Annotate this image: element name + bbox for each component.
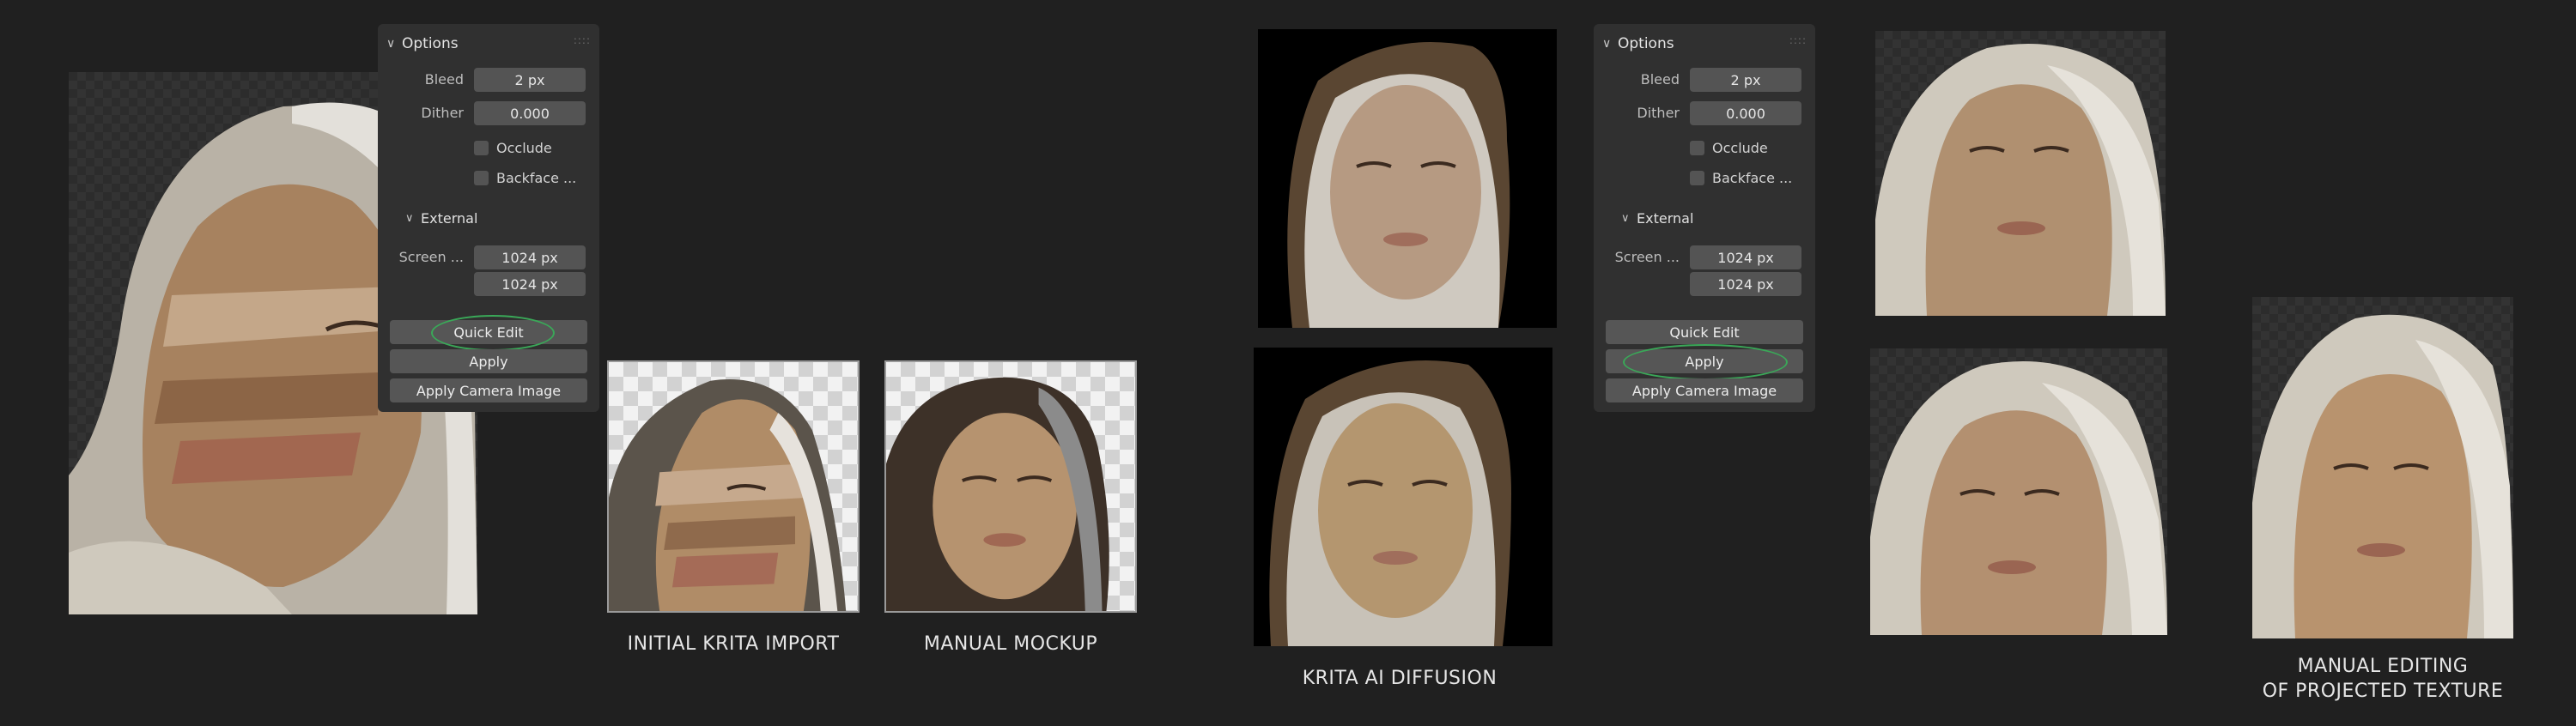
chevron-down-icon: ∨: [1602, 37, 1612, 51]
checkbox-icon: [474, 170, 489, 185]
apply-camera-image-button[interactable]: Apply Camera Image: [390, 378, 587, 402]
backface-checkbox[interactable]: Backface ...: [474, 167, 576, 188]
bleed-field[interactable]: 2 px: [474, 68, 586, 92]
dither-label: Dither: [421, 105, 464, 121]
screen-label: Screen ...: [1614, 249, 1680, 265]
options-title: Options: [1618, 35, 1674, 52]
external-title: External: [1637, 209, 1694, 227]
screen-height-field[interactable]: 1024 px: [1690, 272, 1801, 296]
checkbox-icon: [1690, 170, 1704, 185]
diffusion-result-top: [1258, 29, 1557, 328]
backface-label: Backface ...: [1712, 169, 1793, 186]
occlude-label: Occlude: [1712, 139, 1768, 156]
options-title: Options: [402, 35, 459, 52]
screen-width-field[interactable]: 1024 px: [474, 245, 586, 269]
checkbox-icon: [474, 140, 489, 155]
backface-checkbox[interactable]: Backface ...: [1690, 167, 1792, 188]
dither-field[interactable]: 0.000: [474, 101, 586, 125]
occlude-checkbox[interactable]: Occlude: [474, 137, 552, 158]
quick-edit-button[interactable]: Quick Edit: [1606, 320, 1803, 344]
bleed-label: Bleed: [1640, 71, 1680, 88]
bleed-field[interactable]: 2 px: [1690, 68, 1801, 92]
options-header[interactable]: ∨ Options: [1602, 31, 1674, 57]
chevron-down-icon: ∨: [386, 37, 396, 51]
caption-manual-editing: MANUAL EDITING OF PROJECTED TEXTURE: [2215, 654, 2550, 704]
drag-handle-icon[interactable]: ::::: [1789, 34, 1807, 46]
external-title: External: [421, 209, 478, 227]
projection-options-panel: ∨ Options :::: Bleed 2 px Dither 0.000 O…: [378, 24, 599, 412]
backface-label: Backface ...: [496, 169, 577, 186]
projected-texture-top: [1875, 31, 2166, 316]
apply-camera-image-button[interactable]: Apply Camera Image: [1606, 378, 1803, 402]
screen-label: Screen ...: [398, 249, 464, 265]
caption-initial-krita-import: INITIAL KRITA IMPORT: [627, 633, 840, 655]
caption-krita-ai-diffusion: KRITA AI DIFFUSION: [1302, 668, 1498, 689]
highlight-ring: [1623, 344, 1788, 380]
caption-line: OF PROJECTED TEXTURE: [2262, 681, 2504, 702]
diffusion-result-bottom: [1254, 348, 1552, 646]
caption-line: MANUAL EDITING: [2297, 656, 2469, 677]
screen-width-field[interactable]: 1024 px: [1690, 245, 1801, 269]
drag-handle-icon[interactable]: ::::: [574, 34, 591, 46]
checkbox-icon: [1690, 140, 1704, 155]
external-header[interactable]: ∨ External: [405, 206, 477, 230]
highlight-ring: [431, 315, 555, 351]
external-header[interactable]: ∨ External: [1621, 206, 1693, 230]
occlude-checkbox[interactable]: Occlude: [1690, 137, 1768, 158]
occlude-label: Occlude: [496, 139, 552, 156]
manual-mockup-image: [884, 360, 1137, 613]
apply-button[interactable]: Apply: [390, 349, 587, 373]
chevron-down-icon: ∨: [405, 211, 414, 225]
dither-label: Dither: [1637, 105, 1680, 121]
projection-options-panel: ∨ Options :::: Bleed 2 px Dither 0.000 O…: [1594, 24, 1815, 412]
screen-height-field[interactable]: 1024 px: [474, 272, 586, 296]
projected-texture-bottom: [1870, 348, 2167, 635]
options-header[interactable]: ∨ Options: [386, 31, 459, 57]
final-edited-texture-image: [2252, 297, 2513, 638]
chevron-down-icon: ∨: [1621, 211, 1630, 225]
krita-import-image: [607, 360, 860, 613]
bleed-label: Bleed: [424, 71, 464, 88]
caption-manual-mockup: MANUAL MOCKUP: [923, 633, 1098, 655]
dither-field[interactable]: 0.000: [1690, 101, 1801, 125]
